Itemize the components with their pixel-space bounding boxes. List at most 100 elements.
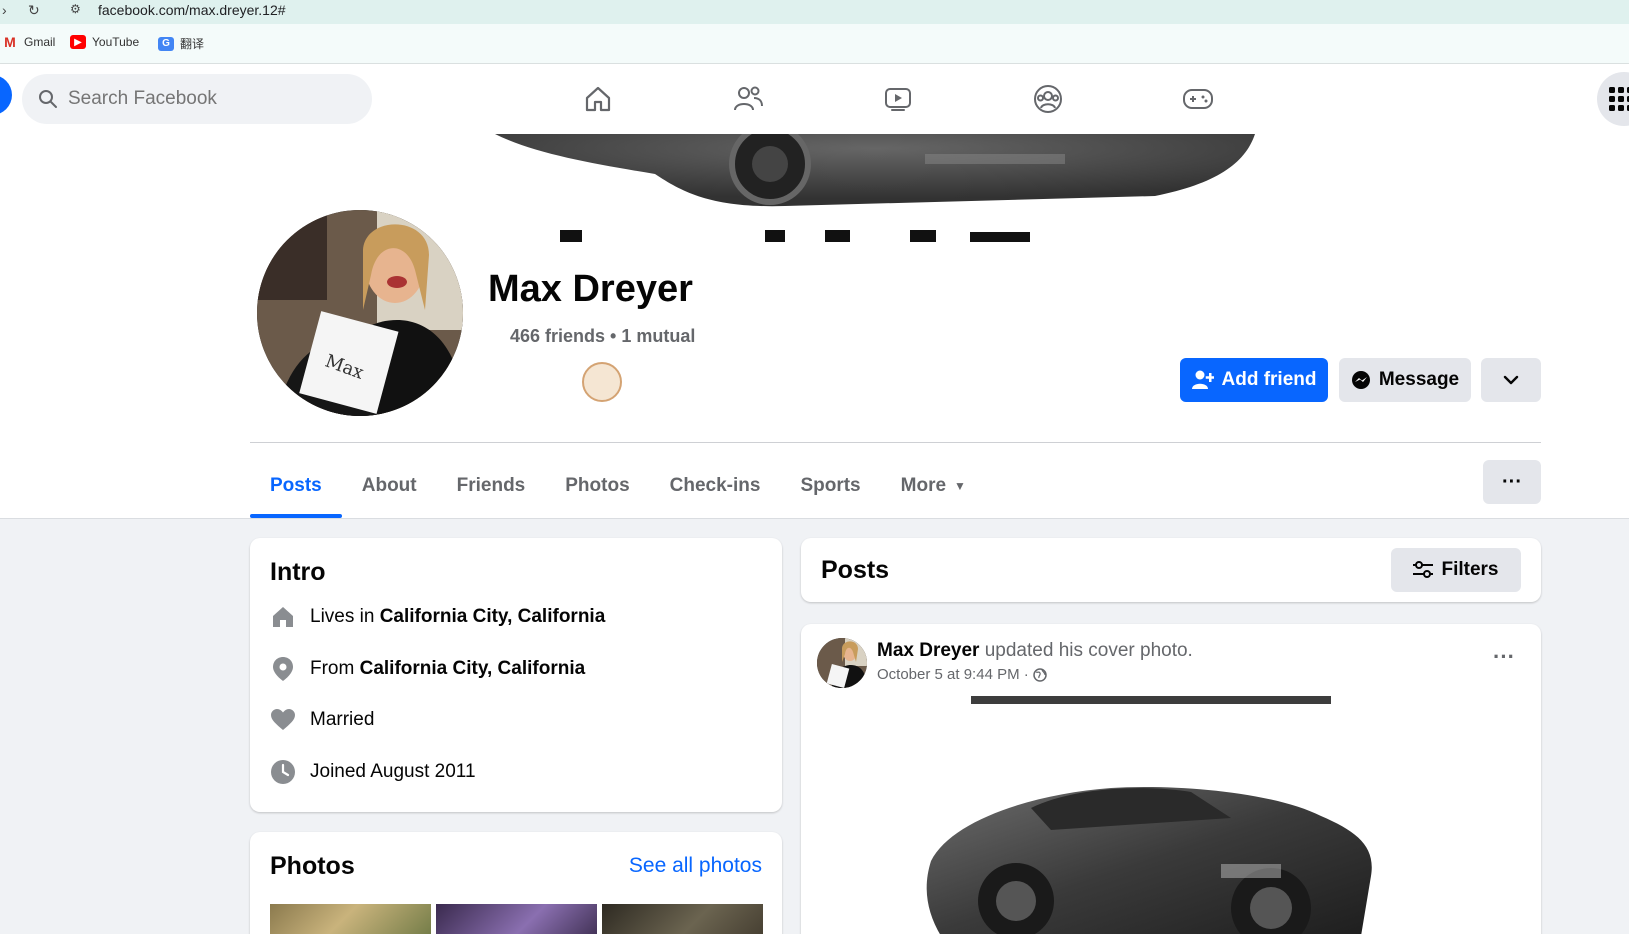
post-author-line: Max Dreyer updated his cover photo. <box>877 640 1193 662</box>
facebook-logo-icon[interactable] <box>0 75 12 115</box>
friends-count[interactable]: 466 friends • 1 mutual <box>510 326 695 347</box>
profile-more-button[interactable] <box>1481 358 1541 402</box>
photo-thumbnail[interactable] <box>436 904 597 934</box>
home-icon <box>585 86 611 112</box>
photos-title: Photos <box>270 852 355 880</box>
bookmarks-bar: M Gmail ▶ YouTube G 翻译 <box>0 24 1629 64</box>
house-icon <box>270 604 296 630</box>
intro-joined: Joined August 2011 <box>270 759 476 785</box>
posts-header-card: Posts Filters <box>801 538 1541 602</box>
tab-friends[interactable]: Friends <box>437 454 546 518</box>
menu-button[interactable] <box>1597 72 1629 126</box>
post-timestamp: October 5 at 9:44 PM · <box>877 666 1047 683</box>
grid-menu-icon <box>1609 87 1629 111</box>
relationship-text: Married <box>310 709 375 730</box>
post-card: Max Dreyer updated his cover photo. Octo… <box>801 624 1541 934</box>
post-action-text: updated his cover photo. <box>984 640 1193 661</box>
nav-tab-gaming[interactable] <box>1176 77 1220 121</box>
profile-picture[interactable]: Max <box>253 206 467 420</box>
photo-thumbnail[interactable] <box>270 904 431 934</box>
reload-icon[interactable]: ↻ <box>28 2 40 19</box>
nav-tab-friends[interactable] <box>726 77 770 121</box>
cover-photo[interactable] <box>455 134 1295 242</box>
url-text[interactable]: facebook.com/max.dreyer.12# <box>98 2 286 18</box>
groups-icon <box>1034 85 1062 113</box>
profile-name: Max Dreyer <box>488 268 693 310</box>
tab-more[interactable]: More ▼ <box>881 454 986 518</box>
globe-icon <box>1033 667 1047 682</box>
cover-car-image <box>495 134 1255 242</box>
messenger-icon <box>1351 371 1370 389</box>
intro-from: From California City, California <box>270 656 585 682</box>
lives-place[interactable]: California City, California <box>380 606 606 627</box>
posts-title: Posts <box>821 556 890 584</box>
caret-down-icon: ▼ <box>954 479 966 493</box>
forward-icon[interactable]: › <box>2 2 7 18</box>
heart-icon <box>270 707 296 733</box>
intro-lives-in: Lives in California City, California <box>270 604 605 630</box>
intro-relationship: Married <box>270 707 374 733</box>
intro-card: Intro Lives in California City, Californ… <box>250 538 782 812</box>
tab-about[interactable]: About <box>342 454 437 518</box>
tab-more-label: More <box>900 475 947 496</box>
friends-icon <box>734 86 763 111</box>
see-all-photos-link[interactable]: See all photos <box>629 854 762 878</box>
more-dots-icon: ··· <box>1493 644 1515 669</box>
watch-icon <box>885 88 911 111</box>
post-options-button[interactable]: ··· <box>1493 644 1515 670</box>
nav-tab-watch[interactable] <box>876 77 920 121</box>
bookmark-gmail[interactable]: M Gmail <box>2 34 56 50</box>
filters-icon <box>1413 561 1434 578</box>
tab-sports[interactable]: Sports <box>780 454 880 518</box>
gmail-icon: M <box>4 34 16 50</box>
header-divider <box>250 442 1541 443</box>
gaming-icon <box>1183 89 1213 109</box>
from-place[interactable]: California City, California <box>360 658 586 679</box>
nav-tab-groups[interactable] <box>1026 77 1070 121</box>
post-time-text[interactable]: October 5 at 9:44 PM · <box>877 666 1029 683</box>
photo-thumbnail[interactable] <box>602 904 763 934</box>
search-box[interactable] <box>22 74 372 124</box>
intro-title: Intro <box>270 558 326 586</box>
tabs-overflow-button[interactable]: ··· <box>1483 460 1541 504</box>
profile-photo-image: Max <box>257 210 463 416</box>
filters-label: Filters <box>1441 559 1499 580</box>
message-label: Message <box>1378 369 1460 390</box>
joined-text: Joined August 2011 <box>310 761 476 782</box>
badge-icon[interactable] <box>582 362 622 402</box>
bookmark-youtube[interactable]: ▶ YouTube <box>70 35 139 49</box>
post-image[interactable] <box>801 696 1541 934</box>
intro-lives-text: Lives in California City, California <box>310 606 605 628</box>
post-author-avatar[interactable] <box>817 638 867 688</box>
post-car-image <box>801 696 1541 934</box>
from-prefix: From <box>310 658 355 679</box>
profile-header: Max Max Dreyer 466 friends • 1 mutual Ad… <box>0 134 1629 519</box>
message-button[interactable]: Message <box>1339 358 1471 402</box>
lives-prefix: Lives in <box>310 606 375 627</box>
site-settings-icon[interactable]: ⚙ <box>70 2 81 16</box>
clock-icon <box>270 759 296 785</box>
intro-from-text: From California City, California <box>310 658 585 680</box>
nav-tab-home[interactable] <box>576 77 620 121</box>
facebook-top-nav <box>0 64 1629 134</box>
add-friend-label: Add friend <box>1221 369 1317 390</box>
profile-tabs: Posts About Friends Photos Check-ins Spo… <box>250 454 986 518</box>
more-dots-icon: ··· <box>1502 470 1522 493</box>
search-input[interactable] <box>68 88 348 110</box>
add-friend-icon <box>1191 370 1214 389</box>
chevron-down-icon <box>1503 375 1519 385</box>
youtube-icon: ▶ <box>70 35 86 49</box>
photos-card: Photos See all photos <box>250 832 782 934</box>
search-icon <box>39 90 57 108</box>
tab-posts[interactable]: Posts <box>250 454 342 518</box>
post-author-name[interactable]: Max Dreyer <box>877 640 979 661</box>
bookmark-label: Gmail <box>24 35 56 49</box>
bookmark-label: 翻译 <box>180 37 205 51</box>
tab-photos[interactable]: Photos <box>545 454 649 518</box>
location-pin-icon <box>270 656 296 682</box>
bookmark-translate[interactable]: G 翻译 <box>158 35 204 52</box>
add-friend-button[interactable]: Add friend <box>1180 358 1328 402</box>
filters-button[interactable]: Filters <box>1391 548 1521 592</box>
browser-address-bar: › ↻ ⚙ facebook.com/max.dreyer.12# <box>0 0 1629 24</box>
tab-check-ins[interactable]: Check-ins <box>650 454 781 518</box>
